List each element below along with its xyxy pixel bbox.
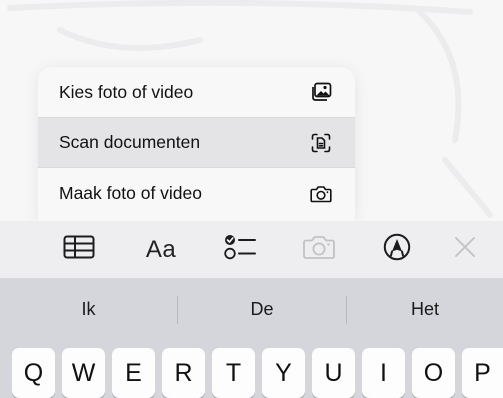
prediction-2[interactable]: De	[178, 278, 346, 340]
menu-item-choose-photo[interactable]: Kies foto of video	[38, 67, 355, 117]
prediction-3[interactable]: Het	[347, 278, 503, 340]
menu-item-label: Kies foto of video	[59, 81, 194, 102]
attachment-menu: Kies foto of video Scan documenten Maak …	[38, 67, 355, 221]
key-o[interactable]: O	[412, 348, 455, 398]
markup-button[interactable]	[375, 221, 419, 278]
predictive-text-bar: Ik De Het	[0, 278, 503, 340]
camera-icon	[309, 182, 333, 206]
notes-toolbar: Aa	[0, 221, 503, 278]
menu-item-label: Scan documenten	[59, 132, 201, 152]
scan-document-icon	[309, 131, 333, 155]
camera-button[interactable]	[297, 221, 341, 278]
camera-icon	[302, 234, 336, 265]
key-i[interactable]: I	[362, 348, 405, 398]
photo-library-icon	[309, 80, 333, 104]
key-p[interactable]: P	[462, 348, 503, 398]
menu-item-take-photo[interactable]: Maak foto of video	[38, 167, 355, 219]
checklist-button[interactable]	[218, 221, 262, 278]
key-w[interactable]: W	[62, 348, 105, 398]
text-format-button[interactable]: Aa	[136, 221, 186, 278]
key-y[interactable]: Y	[262, 348, 305, 398]
keyboard: Ik De Het Q W E R T Y U I O P	[0, 278, 503, 398]
key-t[interactable]: T	[212, 348, 255, 398]
table-button[interactable]	[57, 221, 101, 278]
menu-item-label: Maak foto of video	[59, 183, 202, 203]
close-icon	[454, 236, 476, 263]
checklist-icon	[223, 233, 257, 266]
key-e[interactable]: E	[112, 348, 155, 398]
key-r[interactable]: R	[162, 348, 205, 398]
close-button[interactable]	[443, 221, 487, 278]
key-q[interactable]: Q	[12, 348, 55, 398]
key-u[interactable]: U	[312, 348, 355, 398]
prediction-1[interactable]: Ik	[0, 278, 177, 340]
markup-icon	[383, 233, 411, 266]
table-icon	[63, 235, 95, 264]
menu-item-scan-documents[interactable]: Scan documenten	[38, 117, 355, 167]
